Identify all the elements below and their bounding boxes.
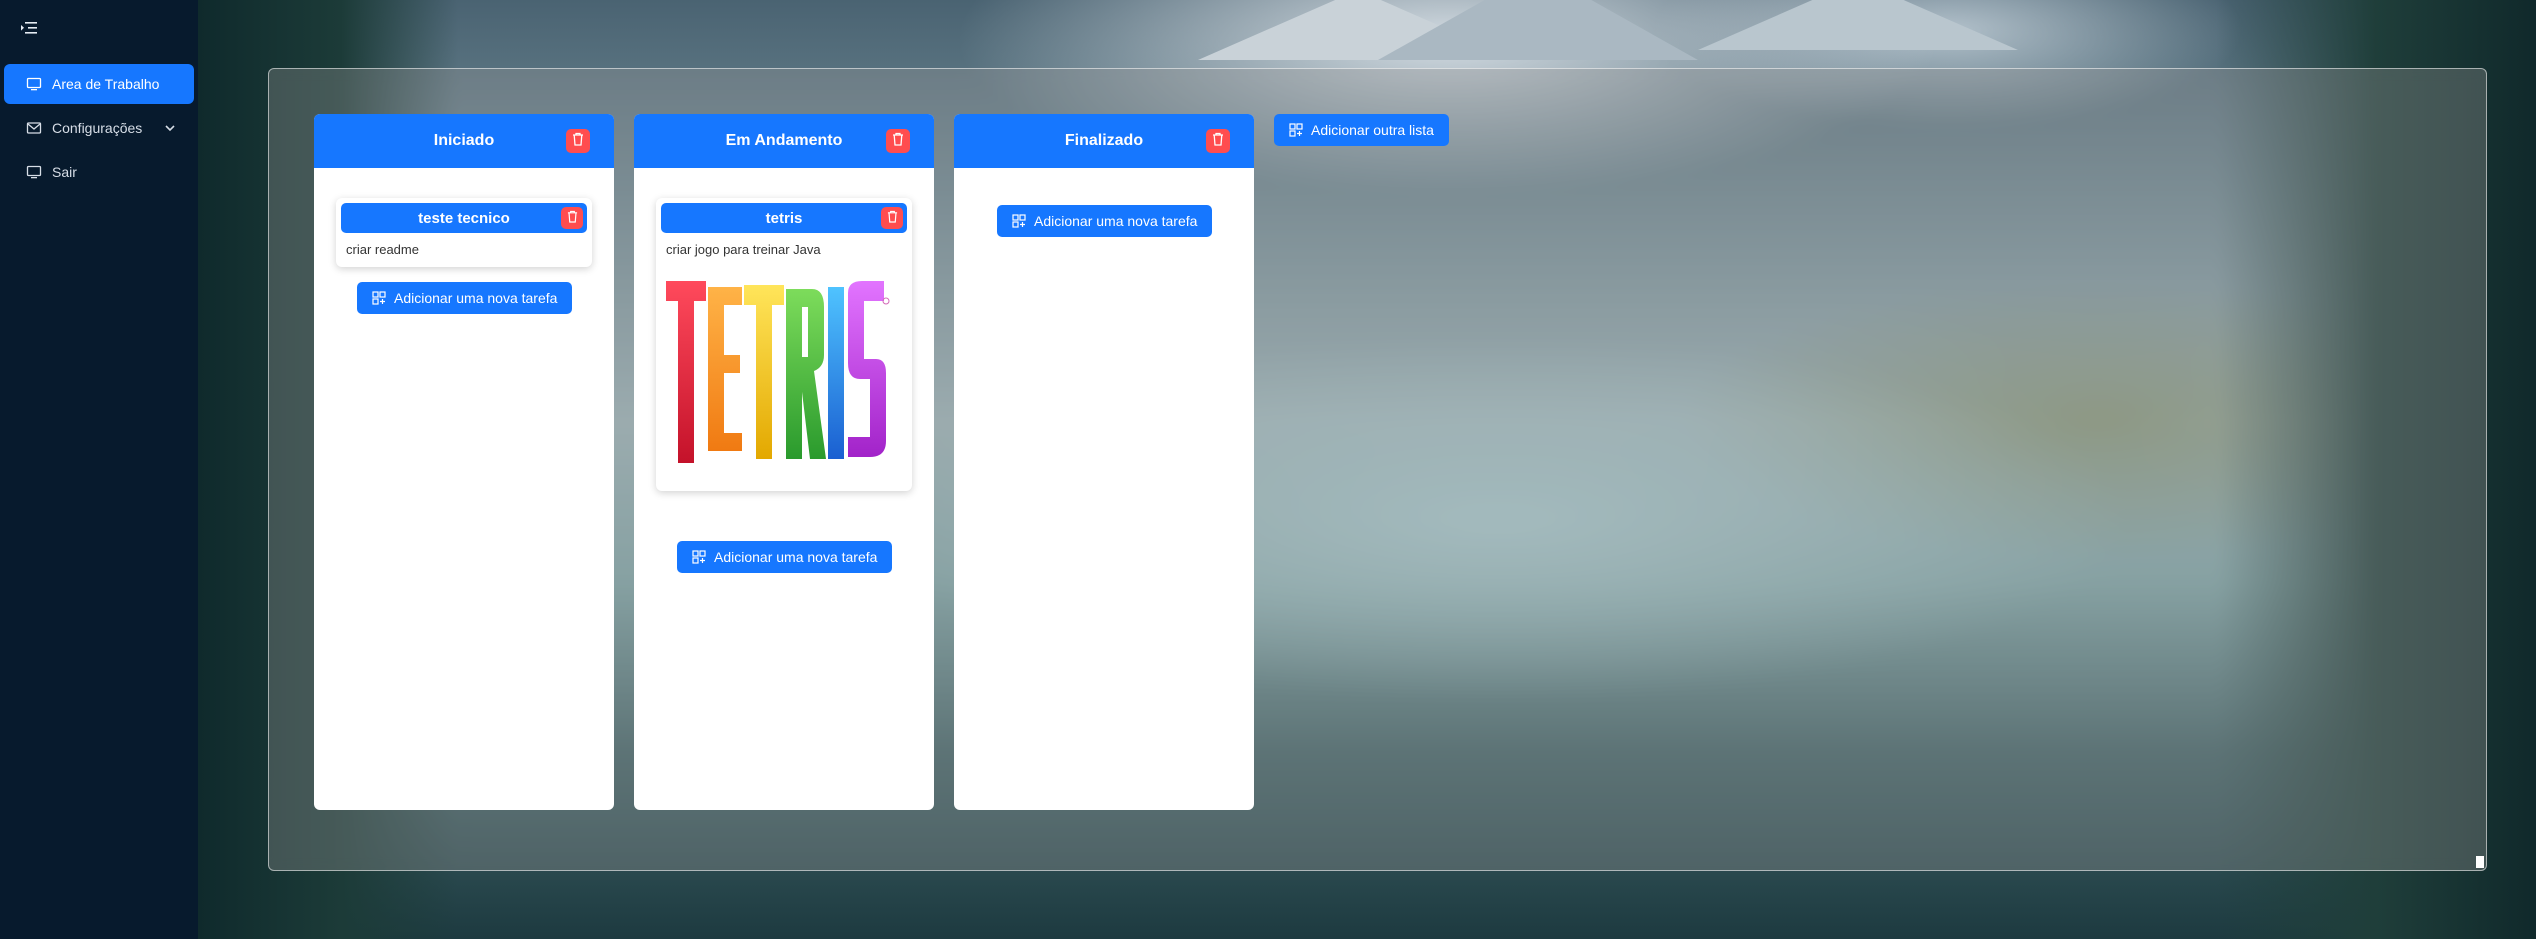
add-list-icon [1289,123,1303,137]
resize-handle[interactable] [2476,856,2484,868]
task-description: criar readme [346,242,419,257]
sidebar: Area de Trabalho Configurações Sair [0,0,198,939]
list-finalizado: Finalizado Adicionar uma nova tarefa [954,114,1254,810]
list-em-andamento: Em Andamento tetris criar jogo para trei… [634,114,934,810]
task-description: criar jogo para treinar Java [666,242,821,257]
add-task-label: Adicionar uma nova tarefa [714,549,878,565]
task-card-header: tetris [661,203,907,233]
add-task-icon [692,550,706,564]
trash-icon [892,132,904,151]
trash-icon [567,210,578,227]
delete-list-button[interactable] [566,129,590,153]
add-task-label: Adicionar uma nova tarefa [394,290,558,306]
list-header: Finalizado [954,114,1254,168]
task-card[interactable]: tetris criar jogo para treinar Java [656,198,912,491]
list-header: Em Andamento [634,114,934,168]
sidebar-item-configuracoes[interactable]: Configurações [4,108,194,148]
chevron-down-icon[interactable] [164,121,176,133]
menu-fold-icon[interactable] [20,20,38,36]
trash-icon [887,210,898,227]
sidebar-nav: Area de Trabalho Configurações Sair [0,64,198,196]
list-iniciado: Iniciado teste tecnico criar readme Adic… [314,114,614,810]
desktop-icon [26,76,42,92]
delete-list-button[interactable] [1206,129,1230,153]
trash-icon [1212,132,1224,151]
sidebar-item-label: Area de Trabalho [52,76,160,92]
add-list-button[interactable]: Adicionar outra lista [1274,114,1449,146]
kanban-board: Iniciado teste tecnico criar readme Adic… [268,68,2487,871]
add-task-button[interactable]: Adicionar uma nova tarefa [997,205,1213,237]
task-card-header: teste tecnico [341,203,587,233]
task-title: teste tecnico [418,209,510,227]
delete-list-button[interactable] [886,129,910,153]
add-task-button[interactable]: Adicionar uma nova tarefa [357,282,573,314]
mountain-peak [1698,0,2018,50]
trash-icon [572,132,584,151]
add-task-icon [372,291,386,305]
list-title: Iniciado [433,132,495,149]
tetris-logo-image [662,263,892,483]
add-task-button[interactable]: Adicionar uma nova tarefa [677,541,893,573]
add-list-label: Adicionar outra lista [1311,122,1434,138]
add-task-icon [1012,214,1026,228]
sidebar-item-area-de-trabalho[interactable]: Area de Trabalho [4,64,194,104]
add-task-label: Adicionar uma nova tarefa [1034,213,1198,229]
delete-task-button[interactable] [881,207,903,229]
task-title: tetris [765,209,803,227]
list-title: Em Andamento [725,132,843,149]
sidebar-item-label: Configurações [52,120,143,136]
list-header: Iniciado [314,114,614,168]
mail-icon [26,120,42,136]
desktop-icon [26,164,42,180]
list-title: Finalizado [1064,132,1144,149]
sidebar-item-label: Sair [52,164,77,180]
delete-task-button[interactable] [561,207,583,229]
task-card[interactable]: teste tecnico criar readme [336,198,592,267]
sidebar-item-sair[interactable]: Sair [4,152,194,192]
mountain-peak [1378,0,1698,60]
